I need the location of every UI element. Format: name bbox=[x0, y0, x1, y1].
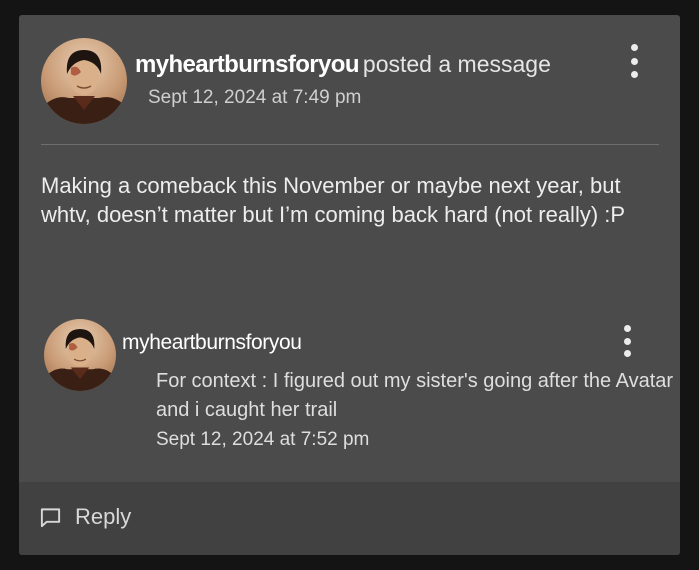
post-menu-button[interactable] bbox=[626, 44, 642, 78]
post-action-text: posted a message bbox=[362, 51, 551, 77]
reply-label: Reply bbox=[75, 504, 132, 529]
comment-body-text: For context : I figured out my sister's … bbox=[156, 370, 674, 421]
post-body-text: Making a comeback this November or maybe… bbox=[41, 173, 626, 227]
comment-author-avatar[interactable] bbox=[44, 319, 116, 391]
speech-bubble-icon bbox=[40, 507, 61, 527]
post-footer: Reply bbox=[19, 482, 680, 555]
post-timestamp: Sept 12, 2024 at 7:49 pm bbox=[148, 87, 362, 108]
avatar-portrait-icon bbox=[41, 50, 127, 124]
comment-menu-button[interactable] bbox=[619, 325, 635, 357]
post-author-name[interactable]: myheartburnsforyou bbox=[135, 51, 360, 78]
reply-button[interactable]: Reply bbox=[39, 504, 131, 530]
comment-author-name[interactable]: myheartburnsforyou bbox=[122, 331, 302, 355]
post-card: myheartburnsforyou posted a message Sept … bbox=[19, 15, 680, 555]
kebab-dot bbox=[630, 57, 638, 65]
author-avatar[interactable] bbox=[41, 38, 127, 124]
kebab-dot bbox=[623, 325, 631, 332]
kebab-dot bbox=[623, 337, 631, 345]
post-header: myheartburnsforyou posted a message bbox=[135, 51, 551, 79]
header-divider bbox=[41, 144, 659, 145]
kebab-dot bbox=[630, 44, 638, 51]
kebab-dot bbox=[623, 350, 631, 357]
comment-timestamp: Sept 12, 2024 at 7:52 pm bbox=[156, 429, 370, 450]
kebab-dot bbox=[630, 71, 638, 78]
avatar-portrait-icon bbox=[44, 329, 116, 391]
